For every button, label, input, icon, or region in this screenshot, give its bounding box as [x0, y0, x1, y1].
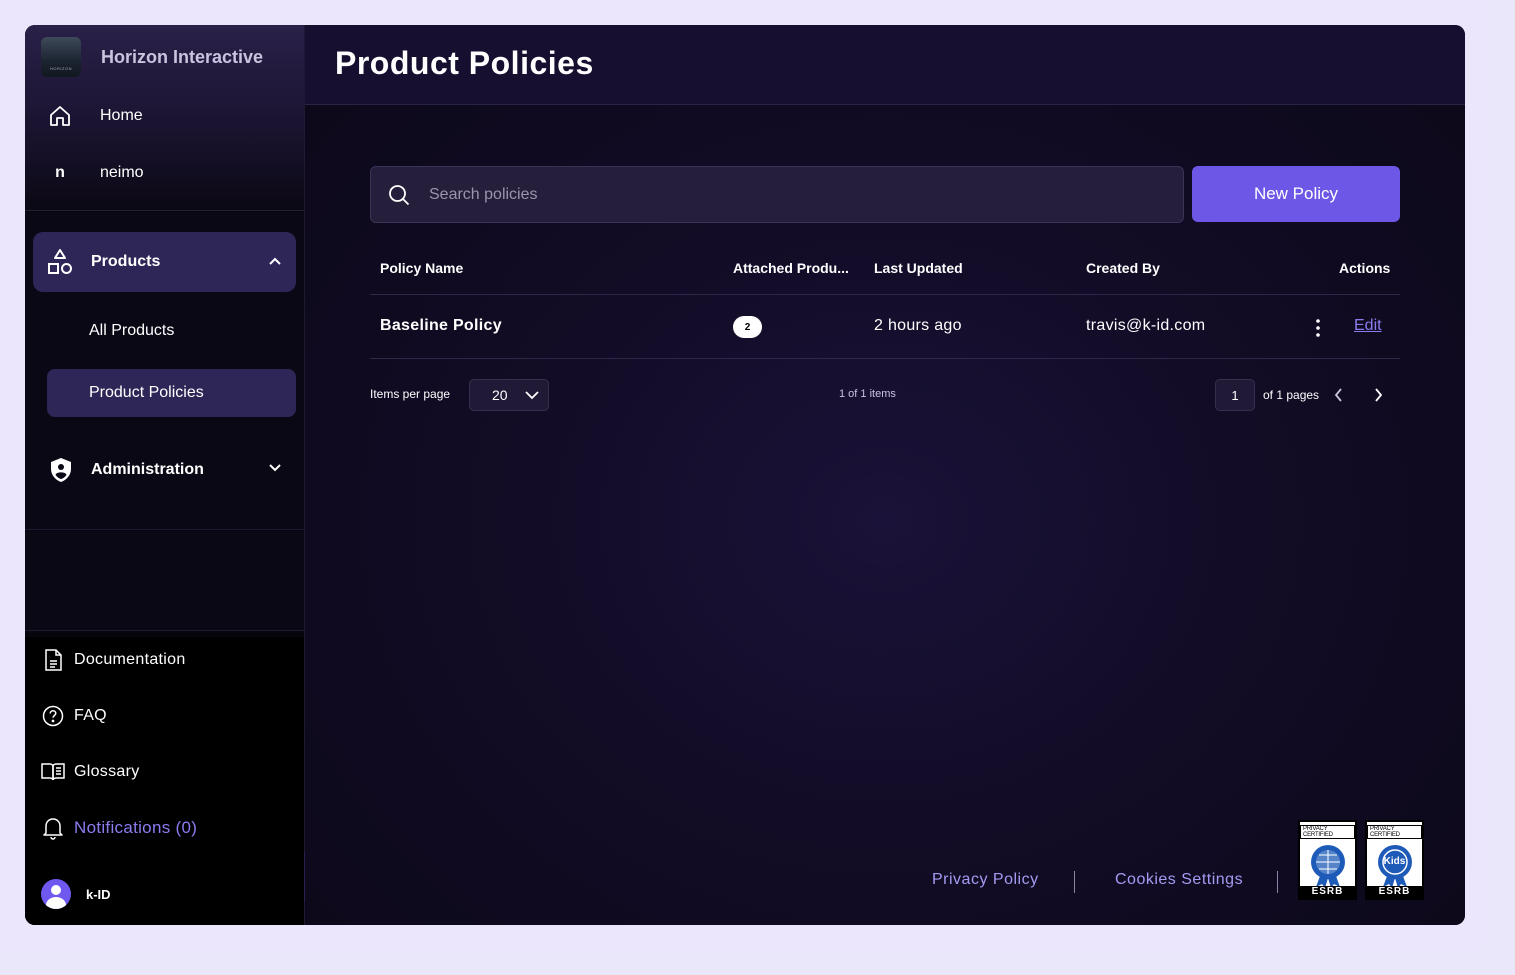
page-header: Product Policies: [305, 25, 1465, 105]
book-icon: [41, 760, 65, 784]
sidebar-item-products[interactable]: Products: [33, 232, 296, 292]
items-count: 1 of 1 items: [839, 388, 896, 400]
home-icon: [47, 103, 73, 129]
table-row[interactable]: Baseline Policy 2 2 hours ago travis@k-i…: [370, 295, 1400, 359]
nav-home[interactable]: Home: [47, 103, 143, 129]
new-policy-button[interactable]: New Policy: [1192, 166, 1400, 222]
shield-user-icon: [47, 456, 75, 484]
items-per-page-label: Items per page: [370, 387, 451, 401]
nav-home-label: Home: [100, 107, 143, 124]
notifications-label: Notifications (0): [74, 818, 198, 837]
sidebar-item-product-policies-label: Product Policies: [89, 384, 204, 401]
sidebar-sections: Products All Products Product Policies A…: [25, 212, 304, 530]
question-circle-icon: [41, 704, 65, 728]
search-input[interactable]: [429, 174, 1183, 215]
sidebar-item-products-label: Products: [91, 253, 161, 270]
col-policy-name[interactable]: Policy Name: [380, 260, 463, 276]
attached-count-badge: 2: [733, 316, 762, 338]
user-name: k-ID: [86, 886, 111, 902]
shapes-icon: [45, 247, 75, 277]
documentation-label: Documentation: [74, 651, 186, 668]
seal-caption: PRIVACY CERTIFIED: [1300, 825, 1355, 839]
footer-divider: [1277, 871, 1278, 893]
sidebar-item-administration[interactable]: Administration: [33, 442, 296, 498]
seal-esrb-label: ESRB: [1300, 886, 1355, 898]
privacy-policy-link[interactable]: Privacy Policy: [932, 871, 1039, 889]
org-logo: HORIZON: [41, 37, 81, 77]
sidebar-item-administration-label: Administration: [91, 461, 204, 478]
document-icon: [41, 648, 65, 672]
user-menu[interactable]: k-ID: [41, 879, 111, 909]
avatar: [41, 879, 71, 909]
pagination: Items per page 20 1 of 1 items 1 of 1 pa…: [370, 379, 1400, 411]
app-window: HORIZON Horizon Interactive Home n neimo…: [25, 25, 1465, 925]
of-pages-label: of 1 pages: [1263, 388, 1320, 402]
items-per-page-value: 20: [492, 387, 508, 403]
sidebar-item-all-products-label: All Products: [89, 322, 175, 339]
prev-page-button[interactable]: [1332, 385, 1346, 410]
items-per-page-select[interactable]: 20: [469, 379, 549, 411]
glossary-label: Glossary: [74, 763, 140, 780]
esrb-privacy-seal[interactable]: PRIVACY CERTIFIED ESRB: [1298, 820, 1357, 900]
neimo-initial: n: [55, 164, 65, 181]
cookies-settings-link[interactable]: Cookies Settings: [1115, 871, 1243, 889]
nav-neimo-label: neimo: [100, 164, 144, 181]
org-switcher[interactable]: HORIZON Horizon Interactive: [41, 37, 263, 77]
chevron-up-icon: [268, 254, 282, 273]
main-content: Product Policies New Policy Policy Name …: [305, 25, 1465, 925]
col-last-updated[interactable]: Last Updated: [874, 260, 963, 276]
col-created-by[interactable]: Created By: [1086, 260, 1160, 276]
notifications-link[interactable]: Notifications (0): [41, 816, 197, 840]
faq-label: FAQ: [74, 707, 107, 724]
glossary-link[interactable]: Glossary: [41, 760, 140, 784]
sidebar-footer: Documentation FAQ Glossary Notifications…: [25, 637, 304, 925]
sidebar-item-product-policies[interactable]: Product Policies: [47, 369, 296, 417]
nav-neimo[interactable]: n neimo: [47, 160, 144, 186]
chevron-down-icon: [524, 388, 540, 405]
more-vertical-icon[interactable]: [1308, 317, 1328, 339]
faq-link[interactable]: FAQ: [41, 704, 107, 728]
org-name: Horizon Interactive: [101, 46, 264, 67]
bell-icon: [41, 816, 65, 840]
seal-caption: PRIVACY CERTIFIED: [1367, 825, 1422, 839]
sidebar-spacer: [25, 531, 304, 631]
last-updated: 2 hours ago: [874, 317, 962, 334]
policy-name[interactable]: Baseline Policy: [380, 317, 502, 335]
table-header: Policy Name Attached Produ... Last Updat…: [370, 247, 1400, 295]
sidebar-item-all-products[interactable]: All Products: [47, 307, 296, 355]
col-actions: Actions: [1339, 260, 1391, 276]
sidebar-header: HORIZON Horizon Interactive Home n neimo: [25, 25, 304, 211]
footer-divider: [1074, 871, 1075, 893]
created-by: travis@k-id.com: [1086, 317, 1206, 334]
page-title: Product Policies: [335, 45, 594, 81]
page-number-input[interactable]: 1: [1215, 379, 1255, 411]
col-attached-products[interactable]: Attached Produ...: [733, 260, 849, 276]
sidebar: HORIZON Horizon Interactive Home n neimo…: [25, 25, 305, 925]
seal-esrb-label: ESRB: [1367, 886, 1422, 898]
search-icon: [387, 183, 411, 207]
kids-label: Kids: [1383, 856, 1406, 867]
chevron-down-icon: [268, 460, 282, 479]
search-box: [370, 166, 1184, 223]
esrb-kids-seal[interactable]: PRIVACY CERTIFIED Kids ESRB: [1365, 820, 1424, 900]
next-page-button[interactable]: [1371, 385, 1385, 410]
policies-table: Policy Name Attached Produ... Last Updat…: [370, 247, 1400, 359]
edit-link[interactable]: Edit: [1354, 317, 1382, 335]
documentation-link[interactable]: Documentation: [41, 648, 186, 672]
